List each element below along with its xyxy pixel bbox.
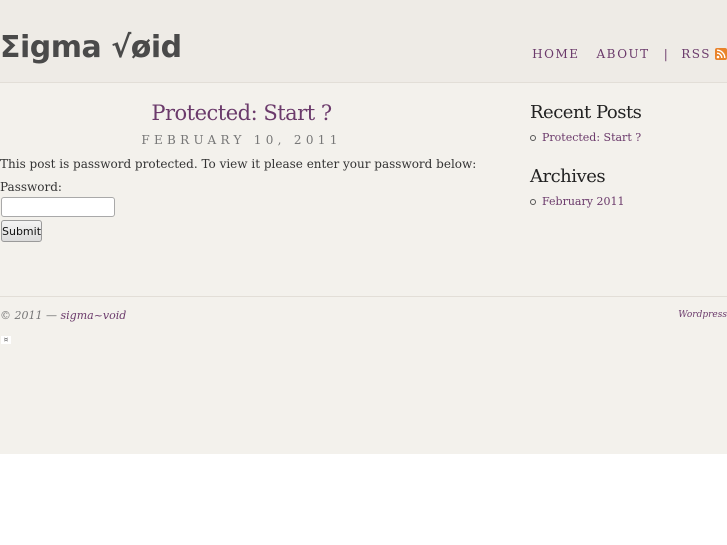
footer-divider	[0, 296, 727, 297]
rss-feed-icon	[715, 48, 727, 60]
archive-item: February 2011	[530, 195, 624, 208]
password-label: Password:	[0, 180, 62, 194]
site-logo[interactable]: Σigma √øid	[0, 30, 182, 65]
submit-button[interactable]: Submit	[1, 220, 42, 242]
nav-rss-label: RSS	[681, 47, 711, 61]
footer-copyright: © 2011 — sigma~void	[0, 309, 126, 322]
footer-site-link[interactable]: sigma~void	[61, 309, 127, 322]
nav-separator: |	[663, 47, 670, 61]
wordpress-link[interactable]: Wordpress	[678, 310, 727, 320]
list-bullet-icon	[530, 198, 536, 205]
nav-about-link[interactable]: ABOUT	[597, 47, 650, 61]
archive-link[interactable]: February 2011	[542, 195, 624, 208]
main-nav: HOME ABOUT | RSS	[532, 47, 727, 61]
archives-title: Archives	[530, 166, 606, 187]
recent-post-item: Protected: Start ?	[530, 131, 641, 144]
nav-rss-link[interactable]: RSS	[681, 47, 727, 61]
password-input[interactable]	[1, 197, 115, 217]
post-date: FEBRUARY 10, 2011	[141, 133, 342, 147]
recent-posts-title: Recent Posts	[530, 102, 642, 123]
post-title[interactable]: Protected: Start ?	[0, 101, 483, 125]
nav-home-link[interactable]: HOME	[532, 47, 579, 61]
recent-post-link[interactable]: Protected: Start ?	[542, 131, 641, 144]
footer-powered-by: Wordpress	[678, 310, 727, 320]
protected-message: This post is password protected. To view…	[0, 157, 477, 171]
broken-image-icon: ¤	[1, 336, 11, 344]
list-bullet-icon	[530, 134, 536, 141]
copyright-text: © 2011 —	[0, 309, 57, 322]
